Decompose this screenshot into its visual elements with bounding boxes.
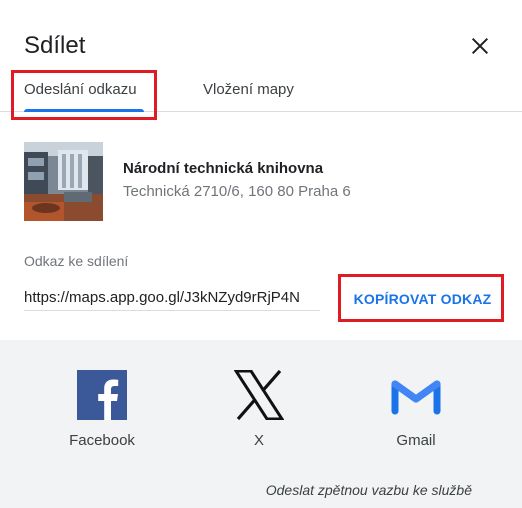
share-facebook-label: Facebook xyxy=(69,432,135,449)
place-thumbnail xyxy=(24,142,103,221)
active-tab-indicator xyxy=(24,109,144,112)
copy-link-button[interactable]: KOPÍROVAT ODKAZ xyxy=(345,282,500,316)
share-link-label: Odkaz ke sdílení xyxy=(24,253,129,269)
tab-send-link[interactable]: Odeslání odkazu xyxy=(24,68,137,111)
close-icon xyxy=(471,37,489,55)
facebook-icon xyxy=(77,370,127,420)
share-link-field[interactable] xyxy=(24,284,320,311)
share-dialog: Sdílet Odeslání odkazu Vložení mapy Náro… xyxy=(0,0,522,508)
share-gmail-label: Gmail xyxy=(396,432,436,449)
send-feedback-link[interactable]: Odeslat zpětnou vazbu ke službě xyxy=(266,482,472,498)
share-x-button[interactable]: X xyxy=(199,370,319,452)
share-facebook-button[interactable]: Facebook xyxy=(42,370,162,452)
tab-bar: Odeslání odkazu Vložení mapy xyxy=(0,68,522,112)
share-targets: Facebook X Gmail Odeslat zpětnou vazbu k… xyxy=(0,340,522,508)
dialog-title: Sdílet xyxy=(24,32,86,59)
share-gmail-button[interactable]: Gmail xyxy=(356,370,476,452)
place-name: Národní technická knihovna xyxy=(123,160,324,177)
share-x-label: X xyxy=(253,432,264,449)
x-icon xyxy=(234,370,284,420)
gmail-icon xyxy=(391,370,441,420)
place-address: Technická 2710/6, 160 80 Praha 6 xyxy=(123,183,351,200)
close-button[interactable] xyxy=(462,28,498,64)
tab-embed-map[interactable]: Vložení mapy xyxy=(203,68,294,111)
place-card: Národní technická knihovna Technická 271… xyxy=(24,142,504,222)
